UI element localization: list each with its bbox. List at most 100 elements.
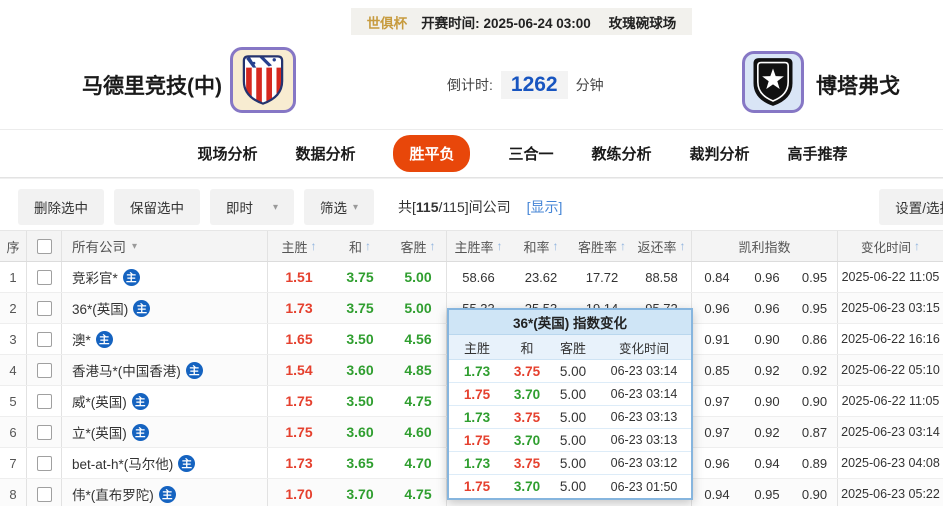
tab-expert[interactable]: 高手推荐 — [788, 143, 848, 164]
header-odds-away[interactable]: 客胜↑ — [390, 231, 447, 261]
cell-odds-away[interactable]: 4.56 — [390, 324, 447, 354]
header-home-rate[interactable]: 主胜率↑ — [447, 231, 510, 261]
chevron-down-icon: ▾ — [353, 202, 358, 213]
cell-odds-home[interactable]: 1.65 — [268, 324, 330, 354]
cell-odds-home[interactable]: 1.54 — [268, 355, 330, 385]
header-payout[interactable]: 返还率↑ — [632, 231, 692, 261]
tab-coach[interactable]: 教练分析 — [592, 143, 652, 164]
cell-odds-home[interactable]: 1.73 — [268, 293, 330, 323]
row-checkbox[interactable] — [37, 487, 52, 502]
cell-odds-away[interactable]: 5.00 — [390, 262, 447, 292]
row-checkbox[interactable] — [37, 425, 52, 440]
row-checkbox[interactable] — [37, 270, 52, 285]
match-info-bar: 世俱杯 开赛时间: 2025-06-24 03:00 玫瑰碗球场 — [0, 0, 943, 35]
header-away-rate[interactable]: 客胜率↑ — [572, 231, 632, 261]
cell-odds-home[interactable]: 1.75 — [268, 417, 330, 447]
header-seq: 序 — [0, 231, 27, 261]
popup-odds-away: 5.00 — [549, 433, 597, 448]
popup-odds-draw: 3.70 — [505, 479, 549, 494]
cell-kelly-draw: 0.92 — [742, 417, 792, 447]
cell-kelly-home: 0.96 — [692, 293, 742, 323]
cell-kelly-home: 0.96 — [692, 448, 742, 478]
header-change-time[interactable]: 变化时间↑ — [838, 231, 943, 261]
cell-payout: 88.58 — [632, 262, 692, 292]
popup-change-time: 06-23 01:50 — [597, 480, 691, 494]
select-all-checkbox[interactable] — [37, 239, 52, 254]
cell-odds-draw[interactable]: 3.50 — [330, 324, 390, 354]
cell-odds-draw[interactable]: 3.75 — [330, 262, 390, 292]
cell-company[interactable]: 澳*主 — [62, 324, 268, 354]
cell-odds-away[interactable]: 5.00 — [390, 293, 447, 323]
cell-company[interactable]: 竞彩官*主 — [62, 262, 268, 292]
popup-odds-away: 5.00 — [549, 387, 597, 402]
filter-dropdown[interactable]: 筛选 ▾ — [304, 189, 374, 225]
cell-odds-away[interactable]: 4.85 — [390, 355, 447, 385]
cell-seq: 4 — [0, 355, 27, 385]
cell-change-time: 2025-06-23 04:08 — [838, 448, 943, 478]
tab-live[interactable]: 现场分析 — [197, 143, 257, 164]
popup-header-draw: 和 — [505, 338, 549, 357]
company-name: 澳* — [72, 329, 91, 349]
tab-data[interactable]: 数据分析 — [295, 143, 355, 164]
tab-three-in-one[interactable]: 三合一 — [508, 143, 553, 164]
popup-change-time: 06-23 03:12 — [597, 456, 691, 470]
cell-company[interactable]: 香港马*(中国香港)主 — [62, 355, 268, 385]
header-draw-rate[interactable]: 和率↑ — [510, 231, 572, 261]
cell-odds-draw[interactable]: 3.50 — [330, 386, 390, 416]
cell-odds-draw[interactable]: 3.60 — [330, 355, 390, 385]
time-mode-dropdown[interactable]: 即时 ▾ — [210, 189, 294, 225]
cell-company[interactable]: 立*(英国)主 — [62, 417, 268, 447]
sort-up-icon: ↑ — [620, 239, 626, 253]
nav-tabs: 现场分析 数据分析 胜平负 三合一 教练分析 裁判分析 高手推荐 — [197, 135, 847, 172]
tab-wdl[interactable]: 胜平负 — [393, 135, 470, 172]
cell-odds-home[interactable]: 1.73 — [268, 448, 330, 478]
keep-selected-button[interactable]: 保留选中 — [114, 189, 200, 225]
header-odds-home[interactable]: 主胜↑ — [268, 231, 330, 261]
row-checkbox[interactable] — [37, 363, 52, 378]
botafogo-crest-icon — [751, 56, 795, 108]
cell-odds-draw[interactable]: 3.70 — [330, 479, 390, 506]
cell-odds-away[interactable]: 4.60 — [390, 417, 447, 447]
header-company[interactable]: 所有公司 ▾ — [62, 231, 268, 261]
cell-odds-draw[interactable]: 3.65 — [330, 448, 390, 478]
cell-company[interactable]: 威*(英国)主 — [62, 386, 268, 416]
primary-company-icon: 主 — [186, 362, 203, 379]
cell-company[interactable]: 36*(英国)主 — [62, 293, 268, 323]
cell-kelly-away: 0.90 — [792, 386, 838, 416]
delete-selected-button[interactable]: 删除选中 — [18, 189, 104, 225]
cell-odds-away[interactable]: 4.70 — [390, 448, 447, 478]
cell-company[interactable]: 伟*(直布罗陀)主 — [62, 479, 268, 506]
popup-odds-home: 1.75 — [449, 433, 505, 448]
cell-change-time: 2025-06-22 05:10 — [838, 355, 943, 385]
primary-company-icon: 主 — [132, 424, 149, 441]
table-row: 1竞彩官*主1.513.755.0058.6623.6217.7288.580.… — [0, 262, 943, 293]
cell-company[interactable]: bet-at-h*(马尔他)主 — [62, 448, 268, 478]
cell-odds-away[interactable]: 4.75 — [390, 386, 447, 416]
row-checkbox[interactable] — [37, 332, 52, 347]
cell-checkbox — [27, 324, 62, 354]
countdown-value: 1262 — [501, 71, 568, 99]
cell-kelly-away: 0.90 — [792, 479, 838, 506]
cell-odds-away[interactable]: 4.75 — [390, 479, 447, 506]
cell-odds-draw[interactable]: 3.60 — [330, 417, 390, 447]
row-checkbox[interactable] — [37, 301, 52, 316]
home-team-name: 马德里竞技(中) — [82, 41, 222, 129]
cell-change-time: 2025-06-22 16:16 — [838, 324, 943, 354]
row-checkbox[interactable] — [37, 456, 52, 471]
tab-referee[interactable]: 裁判分析 — [690, 143, 750, 164]
header-odds-draw[interactable]: 和↑ — [330, 231, 390, 261]
company-name: 伟*(直布罗陀) — [72, 484, 154, 504]
row-checkbox[interactable] — [37, 394, 52, 409]
cell-change-time: 2025-06-23 05:22 — [838, 479, 943, 506]
cell-odds-home[interactable]: 1.70 — [268, 479, 330, 506]
cell-kelly-draw: 0.94 — [742, 448, 792, 478]
show-link[interactable]: [显示] — [527, 197, 563, 217]
cell-odds-draw[interactable]: 3.75 — [330, 293, 390, 323]
popup-row: 1.753.705.0006-23 01:50 — [449, 475, 691, 498]
venue-text: 玫瑰碗球场 — [609, 12, 677, 32]
countdown: 倒计时: 1262 分钟 — [447, 41, 604, 129]
cell-odds-home[interactable]: 1.51 — [268, 262, 330, 292]
primary-company-icon: 主 — [133, 300, 150, 317]
cell-odds-home[interactable]: 1.75 — [268, 386, 330, 416]
settings-button[interactable]: 设置/选择 — [879, 189, 943, 225]
